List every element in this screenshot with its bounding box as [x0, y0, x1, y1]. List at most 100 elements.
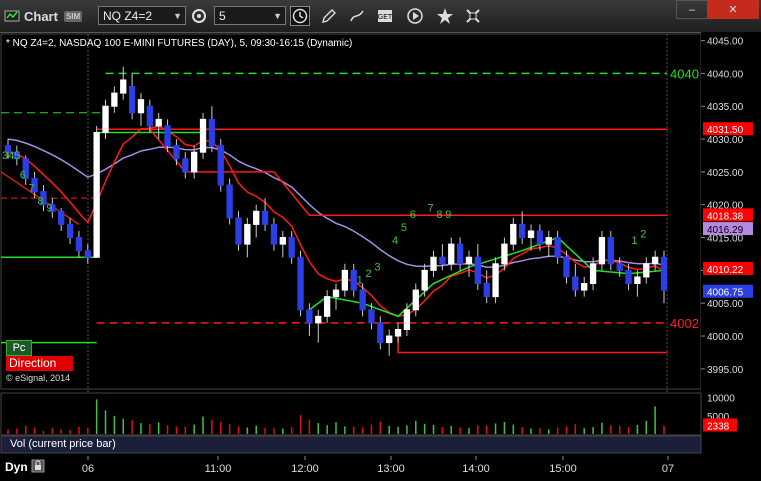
candle-body [297, 256, 304, 311]
minimize-button[interactable]: – [676, 0, 708, 19]
price-tag-label: 4016.29 [707, 225, 744, 236]
level-label: 4002 [670, 316, 699, 331]
candle-body [572, 276, 579, 291]
setup-count-label: 1 [631, 235, 637, 247]
candle-body [483, 283, 490, 298]
candle-body [155, 118, 162, 127]
volume-axis: 1000050002338 [703, 394, 737, 432]
copyright-text: © eSignal, 2014 [6, 373, 71, 383]
price-chart[interactable]: 345678912345678 91240404002 4045.004040.0… [0, 32, 761, 481]
direction-label[interactable]: Direction [6, 356, 73, 371]
chart-window-icon [4, 10, 20, 22]
candle-body [598, 237, 606, 265]
candle-body [323, 296, 331, 317]
volume-legend: Vol (current price bar) [10, 438, 116, 450]
price-tick-label: 4000.00 [707, 332, 744, 343]
setup-count-label: 2 [640, 229, 646, 241]
candle-body [581, 283, 588, 291]
candle-body [660, 256, 668, 291]
setup-count-label: 9 [46, 202, 52, 214]
candle-body [439, 256, 446, 265]
candle-body [625, 269, 632, 285]
candle-body [368, 309, 375, 324]
candle-body [359, 289, 366, 311]
chevron-down-icon[interactable]: ▼ [273, 7, 282, 26]
symbol-combo[interactable]: NQ Z4=2 ▼ [98, 6, 186, 25]
level-label: 4040 [670, 66, 699, 81]
setup-count-label: 9 [445, 209, 451, 221]
svg-text:GET: GET [378, 14, 393, 21]
get-icon[interactable]: GET [376, 7, 394, 25]
candle-body [199, 118, 207, 153]
candle-body [58, 210, 65, 225]
setup-count-label: 4 [392, 235, 398, 247]
price-tag-label: 4018.38 [707, 211, 744, 222]
setup-count-label: 5 [401, 222, 407, 234]
candle-body [510, 223, 517, 245]
window-title-text: Chart [24, 8, 58, 24]
interval-combo[interactable]: 5 ▼ [214, 6, 286, 25]
draw-arrow-icon[interactable] [348, 7, 366, 25]
close-icon: ✕ [728, 4, 738, 16]
candle-body [315, 315, 322, 324]
cross-tools-icon[interactable] [464, 7, 482, 25]
clock-icon[interactable] [290, 6, 310, 26]
dyn-label[interactable]: Dyn [5, 460, 28, 474]
candle-body [173, 145, 180, 160]
candle-body [208, 118, 216, 147]
setup-count-label: 6 [20, 169, 26, 181]
pc-label[interactable]: Pc [6, 340, 32, 356]
price-pane[interactable] [0, 33, 702, 390]
candle-body [501, 243, 508, 265]
chevron-down-icon[interactable]: ▼ [173, 7, 182, 26]
candle-body [403, 309, 411, 330]
price-tick-label: 4035.00 [707, 102, 744, 113]
price-tick-label: 4030.00 [707, 135, 744, 146]
candle-body [332, 289, 340, 298]
candle-body [93, 131, 100, 258]
candle-body [217, 145, 224, 186]
setup-count-label: 1 [357, 275, 363, 287]
candle-body [146, 105, 153, 127]
candle-body [270, 223, 278, 245]
candle-body [536, 230, 544, 245]
candle-body [306, 309, 313, 324]
window-title: Chart SIM [4, 0, 83, 32]
interval-value: 5 [219, 9, 226, 23]
price-tick-label: 3995.00 [707, 365, 744, 376]
setup-count-label: 8 [436, 209, 442, 221]
candle-body [182, 158, 189, 173]
price-tag-label: 4006.75 [707, 288, 744, 299]
star-icon[interactable] [436, 7, 454, 25]
candle-body [456, 243, 464, 265]
candle-body [527, 230, 535, 239]
candle-body [120, 79, 127, 94]
candle-body [111, 92, 118, 107]
candle-body [421, 269, 428, 291]
candle-body [377, 322, 384, 344]
setup-count-label: 6 [410, 209, 416, 221]
candle-body [75, 237, 83, 252]
candle-body [137, 99, 145, 114]
settings-gear-icon[interactable] [190, 7, 208, 25]
edit-pencil-icon[interactable] [320, 7, 338, 25]
volume-tag-label: 2338 [707, 421, 730, 432]
sim-badge: SIM [63, 10, 83, 22]
symbol-value: NQ Z4=2 [103, 9, 153, 23]
candle-body [84, 250, 91, 258]
candle-body [554, 237, 561, 258]
candle-body [226, 184, 233, 219]
setup-count-label: 345 [2, 150, 20, 162]
candle-body [492, 263, 499, 298]
play-icon[interactable] [406, 7, 424, 25]
time-tick-label: 13:00 [377, 463, 405, 475]
price-tag-label: 4010.22 [707, 265, 744, 276]
close-button[interactable]: ✕ [707, 0, 759, 19]
candle-body [616, 263, 623, 271]
candle-body [235, 217, 242, 245]
price-tag-label: 4031.50 [707, 125, 744, 136]
candle-body [66, 223, 74, 239]
setup-count-label: 8 [37, 196, 43, 208]
candle-body [341, 269, 349, 291]
lock-icon[interactable] [31, 459, 45, 473]
